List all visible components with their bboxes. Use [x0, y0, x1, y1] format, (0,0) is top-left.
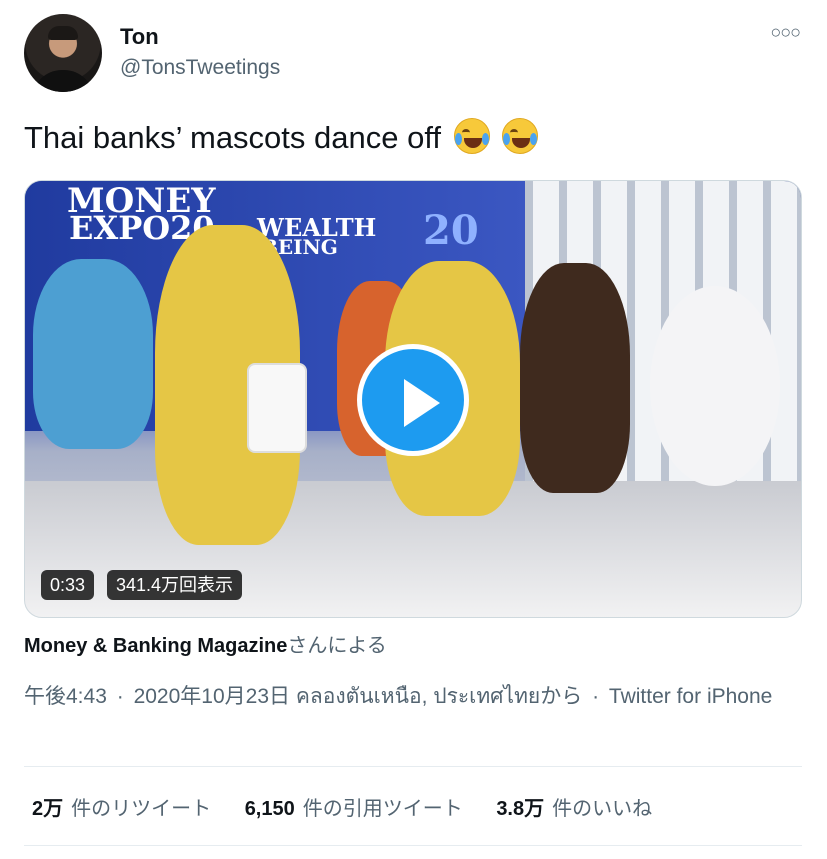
source-suffix: さんによる [287, 635, 387, 657]
like-count[interactable]: 3.8万 件のいいね [496, 792, 652, 821]
video-duration: 0:33 [41, 570, 95, 600]
retweet-count[interactable]: 2万 件のリツイート [32, 792, 211, 821]
tweet-header: Ton @TonsTweetings ○○○ [24, 14, 804, 94]
buffalo-mascot [520, 263, 630, 493]
separator-dot: · [592, 685, 600, 708]
like-value: 3.8万 [496, 798, 545, 820]
tweet-text: Thai banks’ mascots dance off [24, 118, 539, 156]
video-player[interactable]: MONEY EXPO20 WEALTH BEING 20 0:33 341.4万… [24, 180, 802, 618]
play-button[interactable] [357, 344, 469, 456]
like-label: 件のいいね [552, 798, 653, 820]
source-name[interactable]: Money & Banking Magazine [24, 635, 287, 657]
divider-bottom [24, 845, 802, 846]
user-handle[interactable]: @TonsTweetings [120, 56, 280, 80]
white-mascot [650, 286, 780, 486]
tweet-body: Thai banks’ mascots dance off [24, 120, 442, 155]
tweet-date[interactable]: 2020年10月23日 [134, 685, 290, 708]
penguin-mascot [33, 259, 153, 449]
engagement-stats: 2万 件のリツイート 6,150 件の引用ツイート 3.8万 件のいいね [32, 792, 680, 821]
quote-value: 6,150 [244, 798, 295, 820]
screen-text-20: 20 [423, 207, 479, 254]
display-name[interactable]: Ton [120, 24, 159, 50]
tears-of-joy-emoji-icon [453, 118, 490, 154]
qr-badge-left [247, 363, 307, 453]
tweet-metadata: 午後4:43 · 2020年10月23日 คลองตันเหนือ, ประเท… [24, 681, 794, 712]
media-source: Money & Banking Magazineさんによる [24, 629, 387, 658]
avatar-hair [48, 26, 78, 40]
tears-of-joy-emoji-icon [502, 118, 539, 154]
tweet-time[interactable]: 午後4:43 [24, 685, 107, 708]
quote-tweet-count[interactable]: 6,150 件の引用ツイート [245, 792, 463, 821]
retweet-label: 件のリツイート [71, 798, 212, 820]
divider-top [24, 766, 802, 767]
play-icon [404, 379, 440, 427]
tweet-location[interactable]: คลองตันเหนือ, ประเทศไทยから [296, 685, 582, 708]
avatar[interactable] [24, 14, 102, 92]
video-view-count: 341.4万回表示 [107, 570, 243, 600]
retweet-value: 2万 [32, 798, 64, 820]
more-options-icon[interactable]: ○○○ [770, 22, 801, 43]
avatar-shirt [32, 70, 94, 92]
tweet-client[interactable]: Twitter for iPhone [609, 685, 772, 708]
separator-dot: · [116, 685, 124, 708]
quote-label: 件の引用ツイート [302, 798, 463, 820]
